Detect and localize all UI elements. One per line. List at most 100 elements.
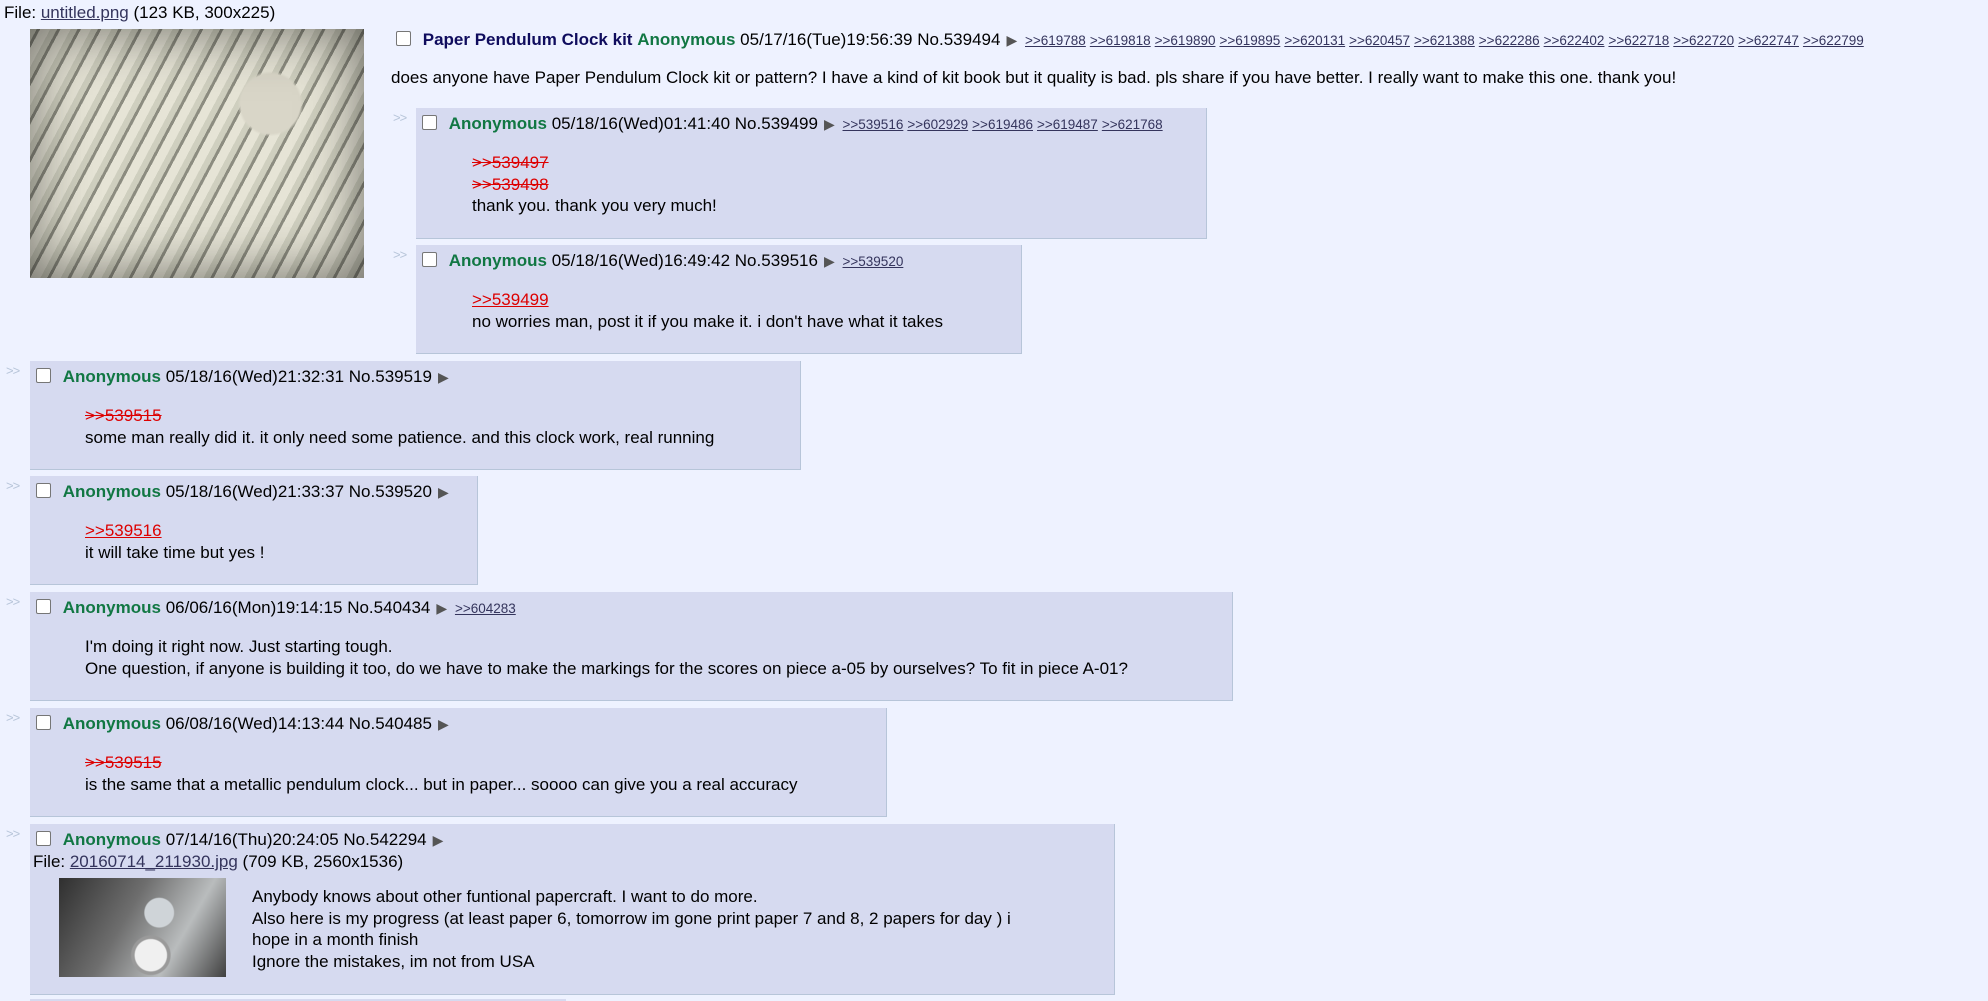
reply-poster-name: Anonymous — [62, 367, 161, 386]
side-arrows: >> — [6, 710, 20, 725]
reply-post-number-link[interactable]: No.539519 — [349, 367, 432, 386]
reply-post-number-link[interactable]: No.540434 — [347, 598, 430, 617]
reply-message: Anybody knows about other funtional pape… — [252, 886, 1011, 972]
side-arrows: >> — [6, 363, 20, 378]
message-line: Anybody knows about other funtional pape… — [252, 887, 758, 906]
reply-select-checkbox[interactable] — [36, 715, 51, 730]
reply-menu-arrow-icon[interactable]: ▶ — [436, 600, 447, 616]
reply-select-checkbox[interactable] — [422, 252, 437, 267]
message-line: hope in a month finish — [252, 930, 419, 949]
backlink[interactable]: >>621388 — [1414, 33, 1475, 48]
op-backlinks: >>619788 >>619818 >>619890 >>619895 >>620131… — [1021, 33, 1868, 48]
message-line: One question, if anyone is building it t… — [85, 658, 1128, 678]
op-file-link[interactable]: untitled.png — [41, 3, 129, 22]
message-line: I'm doing it right now. Just starting to… — [85, 637, 393, 656]
reply-post-number-link[interactable]: No.539520 — [349, 482, 432, 501]
reply-message: >>539515 some man really did it. it only… — [85, 405, 714, 448]
reply-datetime: 05/18/16(Wed)21:33:37 — [165, 482, 345, 501]
reply-header: Anonymous 05/18/16(Wed)16:49:42 No.53951… — [422, 249, 907, 274]
reply-poster-name: Anonymous — [62, 482, 161, 501]
reply-post: Anonymous 05/18/16(Wed)01:41:40 No.53949… — [416, 108, 1207, 239]
op-post-number-link[interactable]: No.539494 — [917, 30, 1000, 49]
reply-select-checkbox[interactable] — [422, 115, 437, 130]
reply-menu-arrow-icon[interactable]: ▶ — [438, 484, 449, 500]
backlink[interactable]: >>619890 — [1155, 33, 1216, 48]
reply-header: Anonymous 05/18/16(Wed)21:32:31 No.53951… — [36, 365, 453, 389]
side-arrows: >> — [6, 594, 20, 609]
reply-message: I'm doing it right now. Just starting to… — [85, 636, 1128, 679]
backlink[interactable]: >>621768 — [1102, 117, 1163, 132]
op-subject: Paper Pendulum Clock kit — [422, 30, 633, 49]
backlink[interactable]: >>620131 — [1284, 33, 1345, 48]
reply-message: >>539516 it will take time but yes ! — [85, 520, 265, 563]
reply-menu-arrow-icon[interactable]: ▶ — [824, 116, 835, 132]
op-select-checkbox[interactable] — [396, 31, 411, 46]
reply-poster-name: Anonymous — [62, 598, 161, 617]
reply-post: Anonymous 05/18/16(Wed)16:49:42 No.53951… — [416, 245, 1022, 354]
reply-backlinks: >>539520 — [839, 254, 908, 269]
reply-header: Anonymous 05/18/16(Wed)21:33:37 No.53952… — [36, 480, 453, 504]
dead-quote-link[interactable]: >>539515 — [85, 405, 714, 427]
reply-datetime: 07/14/16(Thu)20:24:05 — [165, 830, 339, 849]
reply-select-checkbox[interactable] — [36, 831, 51, 846]
backlink[interactable]: >>619487 — [1037, 117, 1098, 132]
reply-select-checkbox[interactable] — [36, 483, 51, 498]
message-line: no worries man, post it if you make it. … — [472, 311, 943, 331]
dead-quote-link[interactable]: >>539497 — [472, 152, 717, 174]
backlink[interactable]: >>619486 — [972, 117, 1033, 132]
reply-datetime: 06/08/16(Wed)14:13:44 — [165, 714, 345, 733]
op-menu-arrow-icon[interactable]: ▶ — [1006, 32, 1017, 48]
quote-link[interactable]: >>539516 — [85, 521, 162, 540]
reply-message: >>539497 >>539498 thank you. thank you v… — [472, 152, 717, 217]
reply-menu-arrow-icon[interactable]: ▶ — [824, 253, 835, 269]
reply-file-link[interactable]: 20160714_211930.jpg — [70, 852, 238, 871]
reply-post: Anonymous 05/18/16(Wed)21:32:31 No.53951… — [30, 361, 801, 470]
backlink[interactable]: >>604283 — [455, 601, 516, 616]
quote-link[interactable]: >>539499 — [472, 290, 549, 309]
reply-datetime: 05/18/16(Wed)01:41:40 — [551, 114, 731, 133]
reply-select-checkbox[interactable] — [36, 368, 51, 383]
side-arrows: >> — [6, 478, 20, 493]
backlink[interactable]: >>622720 — [1673, 33, 1734, 48]
reply-menu-arrow-icon[interactable]: ▶ — [438, 369, 449, 385]
message-line: some man really did it. it only need som… — [85, 427, 715, 447]
backlink[interactable]: >>622718 — [1608, 33, 1669, 48]
backlink[interactable]: >>622747 — [1738, 33, 1799, 48]
op-thumbnail-image[interactable] — [30, 29, 364, 278]
reply-menu-arrow-icon[interactable]: ▶ — [433, 832, 444, 848]
side-arrows: >> — [6, 826, 20, 841]
reply-post: Anonymous 06/08/16(Wed)14:13:44 No.54048… — [30, 708, 887, 817]
reply-thumbnail-image[interactable] — [59, 878, 226, 977]
reply-datetime: 05/18/16(Wed)16:49:42 — [551, 251, 731, 270]
backlink[interactable]: >>619895 — [1219, 33, 1280, 48]
reply-message: >>539499 no worries man, post it if you … — [472, 289, 943, 332]
reply-menu-arrow-icon[interactable]: ▶ — [438, 716, 449, 732]
reply-select-checkbox[interactable] — [36, 599, 51, 614]
backlink[interactable]: >>622799 — [1803, 33, 1864, 48]
dead-quote-link[interactable]: >>539498 — [472, 174, 717, 196]
op-message: does anyone have Paper Pendulum Clock ki… — [391, 68, 1677, 87]
backlink[interactable]: >>602929 — [907, 117, 968, 132]
reply-header: Anonymous 06/06/16(Mon)19:14:15 No.54043… — [36, 596, 520, 621]
dead-quote-link[interactable]: >>539515 — [85, 752, 798, 774]
backlink[interactable]: >>619818 — [1090, 33, 1151, 48]
reply-post-number-link[interactable]: No.540485 — [349, 714, 432, 733]
reply-backlinks: >>604283 — [451, 601, 520, 616]
backlink[interactable]: >>619788 — [1025, 33, 1086, 48]
backlink[interactable]: >>539516 — [843, 117, 904, 132]
reply-post: Anonymous 06/06/16(Mon)19:14:15 No.54043… — [30, 592, 1233, 701]
reply-post-number-link[interactable]: No.539499 — [735, 114, 818, 133]
op-poster-name: Anonymous — [637, 30, 736, 49]
backlink[interactable]: >>539520 — [843, 254, 904, 269]
reply-poster-name: Anonymous — [448, 251, 547, 270]
reply-datetime: 06/06/16(Mon)19:14:15 — [165, 598, 343, 617]
reply-message: >>539515 is the same that a metallic pen… — [85, 752, 798, 795]
reply-post-number-link[interactable]: No.539516 — [735, 251, 818, 270]
backlink[interactable]: >>622286 — [1479, 33, 1540, 48]
reply-poster-name: Anonymous — [62, 830, 161, 849]
backlink[interactable]: >>620457 — [1349, 33, 1410, 48]
reply-post-number-link[interactable]: No.542294 — [343, 830, 426, 849]
backlink[interactable]: >>622402 — [1544, 33, 1605, 48]
reply-post: Anonymous 05/18/16(Wed)21:33:37 No.53952… — [30, 476, 478, 585]
reply-header: Anonymous 05/18/16(Wed)01:41:40 No.53949… — [422, 112, 1167, 137]
